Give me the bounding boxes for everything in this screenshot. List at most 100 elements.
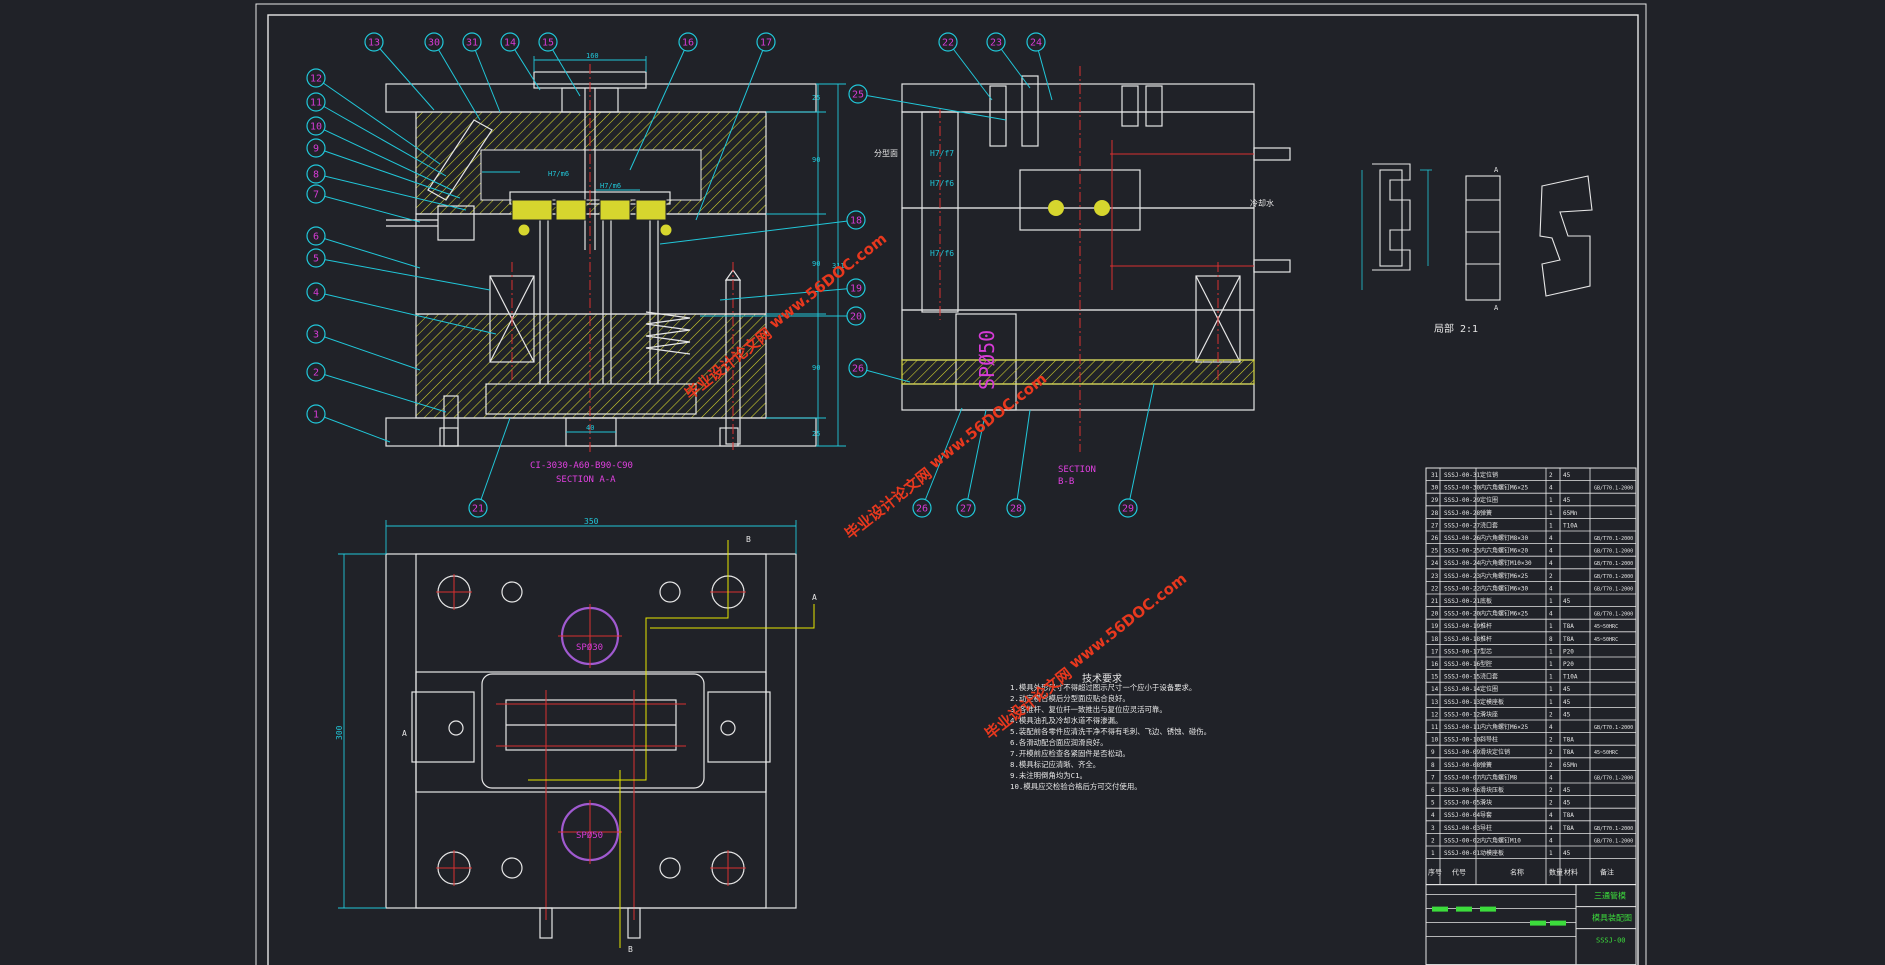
- bom-cell: SSSJ-00-14: [1444, 686, 1481, 693]
- bom-cell: 2: [1549, 749, 1553, 756]
- balloon-number: 9: [313, 144, 319, 155]
- balloon-aa-left: 5: [306, 248, 491, 291]
- bom-row: 16 SSSJ-00-16 型腔 1 P20: [1426, 660, 1636, 670]
- svg-text:H7/m6: H7/m6: [600, 182, 621, 190]
- parting-line-note: 分型面: [874, 149, 898, 158]
- section-bb-view: H7/f7 H7/f6 H7/f6 分型面 冷却水 SPØ50 SECTION …: [874, 66, 1291, 487]
- bom-cell: SSSJ-00-23: [1444, 573, 1481, 580]
- balloon-number: 21: [472, 504, 484, 515]
- watermark: 毕业设计论文网www.56DOC.com: [841, 369, 1050, 543]
- bom-cell: 13: [1431, 699, 1439, 706]
- bom-cell: SSSJ-00-25: [1444, 548, 1481, 555]
- bom-cell: 7: [1431, 774, 1435, 781]
- bom-cell: 内六角螺钉M10×30: [1480, 559, 1532, 567]
- bom-cell: 定位圈: [1480, 496, 1498, 504]
- bom-cell: SSSJ-00-29: [1444, 497, 1481, 504]
- bom-cell: T10A: [1563, 522, 1578, 529]
- bom-cell: 1: [1549, 522, 1553, 529]
- balloon-number: 16: [682, 38, 694, 49]
- svg-text:H7/f6: H7/f6: [930, 179, 954, 188]
- svg-text:25: 25: [812, 430, 820, 438]
- bom-cell: 28: [1431, 510, 1439, 517]
- bom-cell: T8A: [1563, 812, 1574, 819]
- tech-requirement-line: 7.开模前应检查各紧固件是否松动。: [1010, 749, 1130, 758]
- title-drawing-no: SSSJ-00: [1596, 937, 1626, 945]
- cooling-water-note: 冷却水: [1250, 198, 1274, 208]
- bom-cell: T8A: [1563, 737, 1574, 744]
- bom-header-cell: 数量: [1549, 868, 1563, 877]
- bom-cell: 内六角螺钉M10: [1480, 836, 1521, 844]
- bom-cell: 6: [1431, 787, 1435, 794]
- bom-cell: SSSJ-00-08: [1444, 762, 1481, 769]
- bom-cell: 5: [1431, 800, 1435, 807]
- tech-requirement-line: 9.未注明倒角均为C1。: [1010, 771, 1087, 780]
- bom-row: 9 SSSJ-00-09 滑块定位销 2 T8A 45~50HRC: [1426, 748, 1636, 759]
- bom-row: 31 SSSJ-00-31 定位销 2 45: [1426, 471, 1636, 482]
- bom-cell: 45: [1563, 787, 1571, 794]
- balloon-number: 17: [760, 38, 772, 49]
- balloon-number: 26: [916, 504, 928, 515]
- bom-cell: 45: [1563, 850, 1571, 857]
- bom-cell: 45: [1563, 598, 1571, 605]
- bom-cell: 45: [1563, 497, 1571, 504]
- detail-section-mark-bottom: A: [1494, 304, 1499, 312]
- bom-cell: 内六角螺钉M6×30: [1480, 584, 1528, 592]
- bom-cell: SSSJ-00-09: [1444, 749, 1481, 756]
- balloon-number: 4: [313, 288, 319, 299]
- balloon-number: 10: [310, 122, 322, 133]
- balloon-number: 8: [313, 170, 319, 181]
- bom-row: 29 SSSJ-00-29 定位圈 1 45: [1426, 496, 1636, 507]
- bom-cell: 65Mn: [1563, 762, 1578, 769]
- bom-cell: 滑块定位销: [1480, 748, 1510, 756]
- bom-cell: SSSJ-00-17: [1444, 648, 1481, 655]
- bom-cell: 10: [1431, 737, 1439, 744]
- bom-cell: SSSJ-00-26: [1444, 535, 1481, 542]
- balloon-bb: 25: [848, 84, 1007, 121]
- bom-cell: 内六角螺钉M6×25: [1480, 723, 1528, 731]
- bom-cell: 推杆: [1480, 622, 1492, 630]
- bom-cell: 滑块座: [1480, 710, 1498, 718]
- bom-row: 5 SSSJ-00-05 滑块 2 45: [1426, 799, 1636, 809]
- bom-row: 22 SSSJ-00-22 内六角螺钉M6×30 4 GB/T70.1-2000: [1426, 584, 1636, 595]
- bom-cell: 4: [1549, 585, 1553, 592]
- balloon-number: 15: [542, 38, 554, 49]
- bom-row: 12 SSSJ-00-12 滑块座 2 45: [1426, 710, 1636, 721]
- bom-cell: 导套: [1480, 811, 1492, 819]
- bom-cell: 导柱: [1480, 824, 1492, 832]
- bom-cell: GB/T70.1-2000: [1594, 612, 1633, 618]
- bom-cell: SSSJ-00-05: [1444, 800, 1481, 807]
- bom-cell: T8A: [1563, 623, 1574, 630]
- bom-cell: 24: [1431, 560, 1439, 567]
- bom-row: 7 SSSJ-00-07 内六角螺钉M8 4 GB/T70.1-2000: [1426, 773, 1636, 784]
- bom-cell: SSSJ-00-22: [1444, 585, 1481, 592]
- bom-cell: 2: [1549, 737, 1553, 744]
- bom-cell: 内六角螺钉M8×30: [1480, 534, 1528, 542]
- bom-cell: 滑块压板: [1480, 786, 1504, 794]
- bom-cell: GB/T70.1-2000: [1594, 561, 1633, 567]
- bom-cell: 1: [1549, 598, 1553, 605]
- balloon-number: 30: [428, 38, 440, 49]
- bom-cell: 9: [1431, 749, 1435, 756]
- bom-cell: 4: [1549, 724, 1553, 731]
- tech-requirement-line: 8.模具标记应清晰、齐全。: [1010, 760, 1100, 769]
- bom-cell: GB/T70.1-2000: [1594, 549, 1633, 555]
- bom-cell: 65Mn: [1563, 510, 1578, 517]
- bom-cell: 45: [1563, 686, 1571, 693]
- bom-cell: T8A: [1563, 749, 1574, 756]
- bom-cell: 18: [1431, 636, 1439, 643]
- svg-text:90: 90: [812, 156, 820, 164]
- bom-cell: 45~50HRC: [1594, 637, 1618, 643]
- balloon-number: 22: [942, 38, 954, 49]
- bom-cell: 弹簧: [1480, 509, 1492, 517]
- bill-of-materials: 31 SSSJ-00-31 定位销 2 4530 SSSJ-00-30 内六角螺钉M6×25…: [1425, 467, 1637, 965]
- bom-cell: 斜导柱: [1480, 736, 1498, 744]
- bom-cell: 2: [1549, 573, 1553, 580]
- bom-cell: P20: [1563, 661, 1574, 668]
- balloon-number: 25: [852, 90, 864, 101]
- section-aa-code: CI-3030-A60-B90-C90: [530, 461, 633, 471]
- bom-cell: 21: [1431, 598, 1439, 605]
- section-mark-b-top: B: [746, 535, 751, 544]
- bom-cell: SSSJ-00-03: [1444, 825, 1481, 832]
- bom-cell: 27: [1431, 522, 1439, 529]
- spacer-label: SPØ50: [975, 330, 999, 390]
